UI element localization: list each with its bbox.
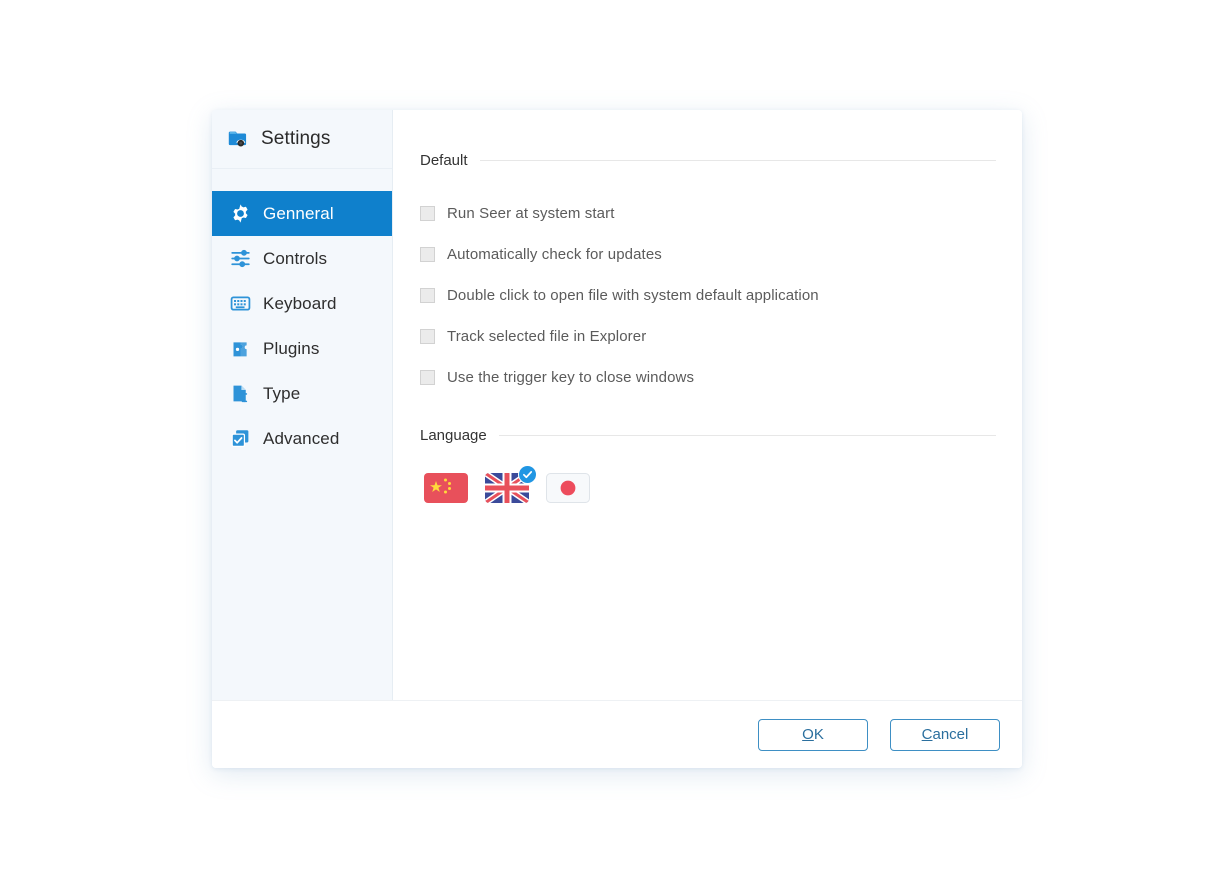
sidebar-item-genneral[interactable]: Genneral (212, 191, 392, 236)
sidebar-item-type[interactable]: Type (212, 371, 392, 416)
seer-folder-icon (228, 128, 250, 150)
gear-icon (229, 203, 251, 225)
document-text-cursor-icon (229, 383, 251, 405)
settings-dialog: Settings Genneral Controls Keyboard Plug… (212, 110, 1022, 768)
language-option-japanese[interactable] (546, 473, 590, 503)
stacked-check-icon (229, 428, 251, 450)
keyboard-icon (229, 293, 251, 315)
sidebar: Settings Genneral Controls Keyboard Plug… (212, 110, 393, 700)
language-option-english[interactable] (485, 465, 537, 503)
section-header-language: Language (420, 427, 996, 444)
option-track-selected-file[interactable]: Track selected file in Explorer (420, 316, 996, 357)
sidebar-item-label: Controls (263, 248, 328, 268)
settings-content: Default Run Seer at system start Automat… (393, 110, 1022, 700)
sidebar-item-label: Genneral (263, 203, 334, 223)
section-divider (479, 160, 996, 161)
cancel-accel: C (921, 726, 933, 743)
language-flag-row (420, 465, 996, 503)
language-section: Language (420, 427, 996, 503)
option-trigger-key-close[interactable]: Use the trigger key to close windows (420, 357, 996, 398)
option-label: Double click to open file with system de… (447, 287, 819, 304)
cancel-rest: ancel (932, 726, 969, 743)
cancel-button[interactable]: Cancel (890, 718, 1000, 751)
checkbox[interactable] (420, 247, 435, 262)
sidebar-item-label: Type (263, 383, 301, 403)
sidebar-item-plugins[interactable]: Plugins (212, 326, 392, 371)
puzzle-icon (229, 338, 251, 360)
sliders-icon (229, 248, 251, 270)
checkbox[interactable] (420, 206, 435, 221)
screen: Settings Genneral Controls Keyboard Plug… (0, 0, 1218, 892)
ok-button[interactable]: OK (758, 718, 868, 751)
option-label: Track selected file in Explorer (447, 328, 647, 345)
option-label: Run Seer at system start (447, 205, 615, 222)
sidebar-item-label: Plugins (263, 338, 320, 358)
sidebar-nav: Genneral Controls Keyboard Plugins Type … (212, 169, 392, 461)
option-label: Use the trigger key to close windows (447, 369, 695, 386)
option-label: Automatically check for updates (447, 246, 662, 263)
section-header-default: Default (420, 152, 996, 169)
section-title: Language (420, 427, 487, 444)
language-option-chinese[interactable] (424, 473, 468, 503)
sidebar-item-label: Keyboard (263, 293, 337, 313)
section-divider (498, 435, 996, 436)
option-auto-check-updates[interactable]: Automatically check for updates (420, 234, 996, 275)
sidebar-item-controls[interactable]: Controls (212, 236, 392, 281)
sidebar-item-keyboard[interactable]: Keyboard (212, 281, 392, 326)
sidebar-item-advanced[interactable]: Advanced (212, 416, 392, 461)
option-double-click-open[interactable]: Double click to open file with system de… (420, 275, 996, 316)
option-run-at-start[interactable]: Run Seer at system start (420, 193, 996, 234)
dialog-body: Settings Genneral Controls Keyboard Plug… (212, 110, 1022, 700)
selected-check-badge (518, 465, 537, 484)
sidebar-item-label: Advanced (263, 428, 340, 448)
ok-accel: O (802, 726, 814, 743)
checkbox[interactable] (420, 288, 435, 303)
checkbox[interactable] (420, 329, 435, 344)
checkbox[interactable] (420, 370, 435, 385)
section-title: Default (420, 152, 468, 169)
dialog-header: Settings (212, 110, 392, 169)
dialog-footer: OK Cancel (212, 700, 1022, 768)
ok-rest: K (813, 726, 824, 743)
dialog-title: Settings (261, 128, 331, 149)
